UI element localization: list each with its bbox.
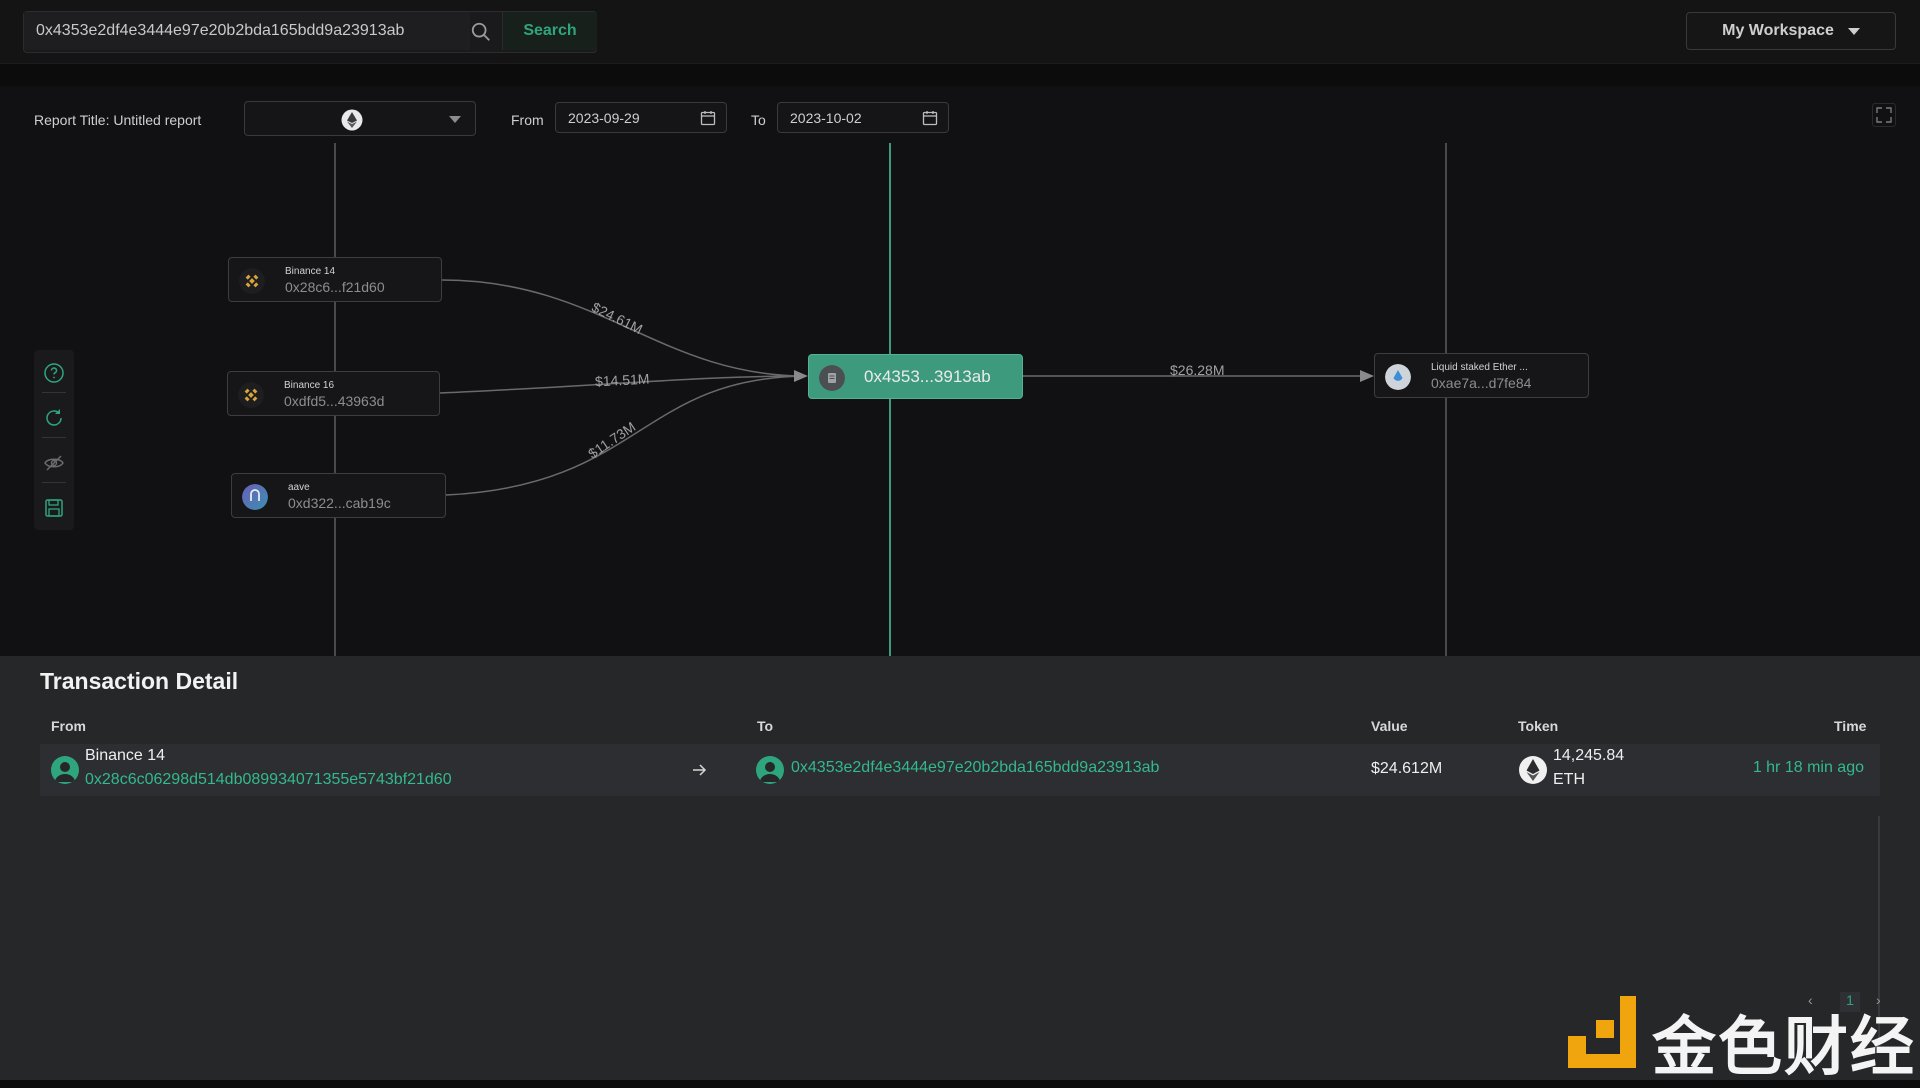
node-address: 0xdfd5...43963d [284, 393, 385, 409]
calendar-icon[interactable] [700, 110, 716, 126]
to-date-value: 2023-10-02 [790, 109, 862, 126]
node-name: Binance 14 [285, 266, 336, 277]
aave-icon [242, 484, 268, 510]
column-header-to: To [757, 718, 774, 734]
transaction-time: 1 hr 18 min ago [1752, 759, 1864, 776]
refresh-icon[interactable] [43, 407, 65, 429]
workspace-label: My Workspace [1722, 22, 1834, 39]
transaction-value: $24.612M [1371, 760, 1443, 777]
ethereum-icon [1519, 756, 1547, 784]
to-address-link[interactable]: 0x4353e2df4e3444e97e20b2bda165bdd9a23913… [791, 759, 1159, 777]
graph-canvas[interactable]: Report Title: Untitled report From 2023-… [0, 86, 1920, 656]
chevron-down-icon [1847, 27, 1860, 35]
user-icon [760, 762, 780, 782]
node-address: 0xd322...cab19c [288, 495, 391, 511]
arrowhead-steth [1360, 370, 1374, 382]
graph-node-focus-address[interactable]: 0x4353...3913ab [808, 354, 1023, 399]
node-name: Binance 16 [284, 380, 335, 391]
calendar-icon[interactable] [922, 110, 938, 126]
expand-icon [1876, 107, 1892, 123]
ethereum-icon [341, 109, 363, 131]
hide-icon[interactable] [43, 452, 65, 474]
column-header-token: Token [1518, 718, 1559, 734]
column-header-from: From [51, 718, 86, 734]
token-symbol: ETH [1553, 771, 1585, 788]
fullscreen-button[interactable] [1872, 103, 1896, 127]
panel-title: Transaction Detail [40, 668, 239, 694]
from-date-field[interactable]: 2023-09-29 [555, 102, 727, 133]
top-bar: Search My Workspace [0, 0, 1920, 64]
avatar [51, 756, 79, 784]
toolbar-divider [42, 437, 66, 438]
column-header-time: Time [1834, 718, 1867, 734]
search-bar: Search [23, 11, 597, 53]
node-address: 0x4353...3913ab [864, 367, 991, 386]
chain-select[interactable] [244, 101, 476, 136]
avatar [756, 756, 784, 784]
token-amount: 14,245.84 [1553, 747, 1625, 764]
from-label: From [511, 112, 544, 128]
steth-icon [1385, 364, 1411, 390]
contract-icon [819, 365, 845, 391]
from-date-value: 2023-09-29 [568, 109, 640, 126]
search-button[interactable]: Search [502, 12, 597, 50]
binance-icon [238, 382, 264, 408]
graph-toolbar [34, 350, 74, 530]
column-header-value: Value [1371, 718, 1408, 734]
from-address-link[interactable]: 0x28c6c06298d514db089934071355e5743bf21d… [85, 771, 452, 789]
node-address: 0x28c6...f21d60 [285, 279, 385, 295]
chevron-down-icon [449, 116, 461, 123]
to-label: To [751, 112, 766, 128]
search-icon[interactable] [470, 21, 492, 43]
node-name: aave [288, 482, 310, 493]
table-row[interactable]: Binance 14 0x28c6c06298d514db08993407135… [40, 744, 1880, 796]
arrow-right-icon [693, 764, 707, 776]
save-icon[interactable] [43, 497, 65, 519]
graph-node-binance-16[interactable]: Binance 16 0xdfd5...43963d [227, 371, 440, 416]
graph-node-liquid-staked-ether[interactable]: Liquid staked Ether ... 0xae7a...d7fe84 [1374, 353, 1589, 398]
arrowhead-center [794, 370, 808, 382]
help-icon[interactable] [43, 362, 65, 384]
toolbar-divider [42, 482, 66, 483]
toolbar-divider [42, 392, 66, 393]
user-icon [55, 762, 75, 782]
watermark-text: 金色财经 [1652, 1011, 1916, 1085]
to-date-field[interactable]: 2023-10-02 [777, 102, 949, 133]
graph-node-aave[interactable]: aave 0xd322...cab19c [231, 473, 446, 518]
node-address: 0xae7a...d7fe84 [1431, 375, 1532, 391]
report-title: Report Title: Untitled report [34, 112, 202, 128]
graph-node-binance-14[interactable]: Binance 14 0x28c6...f21d60 [228, 257, 442, 302]
binance-icon [239, 268, 265, 294]
node-name: Liquid staked Ether ... [1431, 362, 1528, 373]
edge-label: $14.51M [594, 370, 650, 390]
edge-label: $26.28M [1170, 362, 1225, 378]
from-name: Binance 14 [85, 747, 166, 764]
search-input[interactable] [24, 12, 470, 50]
workspace-dropdown[interactable]: My Workspace [1686, 12, 1896, 50]
